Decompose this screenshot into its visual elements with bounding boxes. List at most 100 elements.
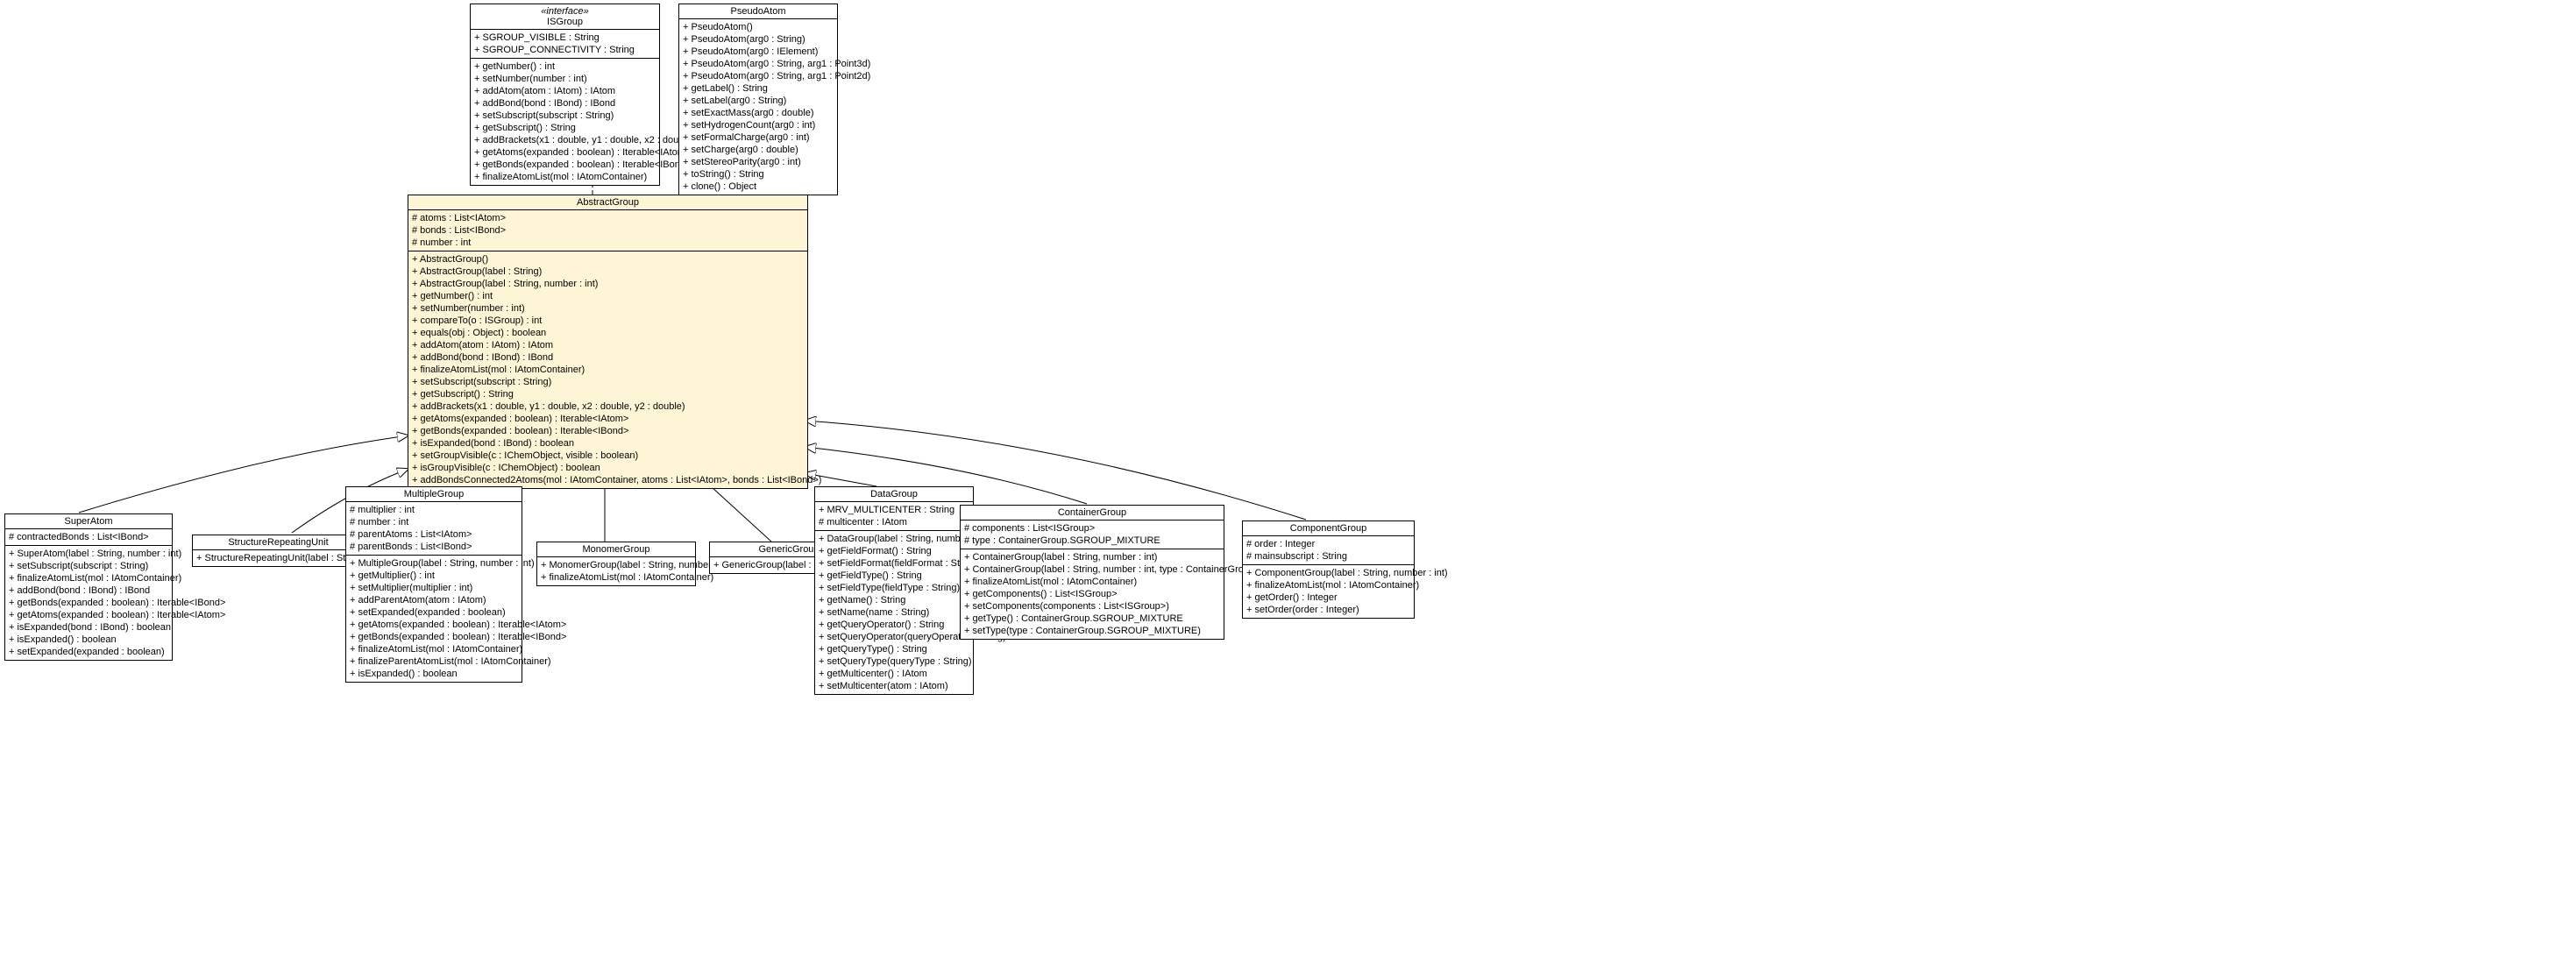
class-superatom: SuperAtom # contractedBonds : List<IBond… (4, 513, 173, 661)
member-row: + getBonds(expanded : boolean) : Iterabl… (9, 597, 168, 609)
member-row: + getNumber() : int (474, 60, 656, 73)
member-row: + addBrackets(x1 : double, y1 : double, … (474, 134, 656, 146)
ops: + MonomerGroup(label : String, number : … (537, 557, 695, 585)
member-row: + StructureRepeatingUnit(label : String,… (196, 552, 360, 564)
class-name: StructureRepeatingUnit (193, 535, 364, 550)
stereotype: «interface» (474, 6, 656, 17)
member-row: + PseudoAtom(arg0 : String) (683, 33, 834, 46)
member-row: # parentAtoms : List<IAtom> (350, 528, 518, 541)
attrs: # order : Integer# mainsubscript : Strin… (1243, 536, 1414, 565)
member-row: + getQueryOperator() : String (819, 619, 969, 631)
member-row: + PseudoAtom(arg0 : String, arg1 : Point… (683, 58, 834, 70)
member-row: + setFormalCharge(arg0 : int) (683, 131, 834, 144)
ops: + ContainerGroup(label : String, number … (961, 549, 1224, 639)
relationship-lines (0, 0, 2576, 956)
class-pseudoatom: PseudoAtom + PseudoAtom()+ PseudoAtom(ar… (678, 4, 838, 195)
member-row: + setSubscript(subscript : String) (412, 376, 804, 388)
ops: + SuperAtom(label : String, number : int… (5, 546, 172, 660)
member-row: + setSubscript(subscript : String) (474, 110, 656, 122)
ops: + ComponentGroup(label : String, number … (1243, 565, 1414, 618)
member-row: + setGroupVisible(c : IChemObject, visib… (412, 450, 804, 462)
member-row: + finalizeParentAtomList(mol : IAtomCont… (350, 655, 518, 668)
member-row: + setFieldType(fieldType : String) (819, 582, 969, 594)
member-row: + getComponents() : List<ISGroup> (964, 588, 1220, 600)
member-row: + getBonds(expanded : boolean) : Iterabl… (350, 631, 518, 643)
member-row: + setExactMass(arg0 : double) (683, 107, 834, 119)
member-row: + finalizeAtomList(mol : IAtomContainer) (9, 572, 168, 584)
member-row: # atoms : List<IAtom> (412, 212, 804, 224)
member-row: + getQueryType() : String (819, 643, 969, 655)
class-monomergroup: MonomerGroup + MonomerGroup(label : Stri… (536, 542, 696, 586)
member-row: + getBonds(expanded : boolean) : Iterabl… (474, 159, 656, 171)
member-row: # order : Integer (1246, 538, 1410, 550)
member-row: + SGROUP_CONNECTIVITY : String (474, 44, 656, 56)
member-row: + getLabel() : String (683, 82, 834, 95)
ops: + PseudoAtom()+ PseudoAtom(arg0 : String… (679, 19, 837, 195)
class-name: MultipleGroup (346, 487, 522, 502)
member-row: + finalizeAtomList(mol : IAtomContainer) (350, 643, 518, 655)
class-name: SuperAtom (5, 514, 172, 529)
member-row: + getNumber() : int (412, 290, 804, 302)
member-row: + addParentAtom(atom : IAtom) (350, 594, 518, 606)
class-name: DataGroup (815, 487, 973, 502)
class-name: AbstractGroup (408, 195, 807, 210)
member-row: + getAtoms(expanded : boolean) : Iterabl… (412, 413, 804, 425)
member-row: + clone() : Object (683, 181, 834, 193)
class-name: ContainerGroup (961, 506, 1224, 520)
member-row: + getFieldFormat() : String (819, 545, 969, 557)
member-row: + isExpanded(bond : IBond) : boolean (412, 437, 804, 450)
ops: + StructureRepeatingUnit(label : String,… (193, 550, 364, 566)
member-row: + getName() : String (819, 594, 969, 606)
member-row: + ContainerGroup(label : String, number … (964, 551, 1220, 563)
member-row: + MRV_MULTICENTER : String (819, 504, 969, 516)
member-row: + SGROUP_VISIBLE : String (474, 32, 656, 44)
member-row: + SuperAtom(label : String, number : int… (9, 548, 168, 560)
member-row: + getType() : ContainerGroup.SGROUP_MIXT… (964, 613, 1220, 625)
member-row: + setCharge(arg0 : double) (683, 144, 834, 156)
ops: + getNumber() : int+ setNumber(number : … (471, 59, 659, 185)
member-row: + addBond(bond : IBond) : IBond (474, 97, 656, 110)
member-row: + setHydrogenCount(arg0 : int) (683, 119, 834, 131)
member-row: + equals(obj : Object) : boolean (412, 327, 804, 339)
member-row: + getAtoms(expanded : boolean) : Iterabl… (350, 619, 518, 631)
member-row: + AbstractGroup(label : String) (412, 266, 804, 278)
member-row: + DataGroup(label : String, number : int… (819, 533, 969, 545)
member-row: + setMulticenter(atom : IAtom) (819, 680, 969, 692)
class-isgroup: «interface»ISGroup + SGROUP_VISIBLE : St… (470, 4, 660, 186)
member-row: + getOrder() : Integer (1246, 591, 1410, 604)
attrs: + MRV_MULTICENTER : String# multicenter … (815, 502, 973, 531)
member-row: + setMultiplier(multiplier : int) (350, 582, 518, 594)
member-row: + setNumber(number : int) (412, 302, 804, 315)
member-row: + setStereoParity(arg0 : int) (683, 156, 834, 168)
member-row: + ContainerGroup(label : String, number … (964, 563, 1220, 576)
member-row: + AbstractGroup(label : String, number :… (412, 278, 804, 290)
member-row: + AbstractGroup() (412, 253, 804, 266)
ops: + DataGroup(label : String, number : int… (815, 531, 973, 694)
member-row: + getFieldType() : String (819, 570, 969, 582)
member-row: + getMulticenter() : IAtom (819, 668, 969, 680)
member-row: + getSubscript() : String (474, 122, 656, 134)
ops: + AbstractGroup()+ AbstractGroup(label :… (408, 251, 807, 488)
member-row: + setComponents(components : List<ISGrou… (964, 600, 1220, 613)
member-row: + finalizeAtomList(mol : IAtomContainer) (474, 171, 656, 183)
member-row: + addBrackets(x1 : double, y1 : double, … (412, 400, 804, 413)
class-componentgroup: ComponentGroup # order : Integer# mainsu… (1242, 520, 1415, 619)
member-row: + PseudoAtom(arg0 : String, arg1 : Point… (683, 70, 834, 82)
member-row: + MonomerGroup(label : String, number : … (541, 559, 692, 571)
member-row: # mainsubscript : String (1246, 550, 1410, 563)
class-name: MonomerGroup (537, 542, 695, 557)
member-row: # bonds : List<IBond> (412, 224, 804, 237)
member-row: # components : List<ISGroup> (964, 522, 1220, 535)
member-row: + isExpanded(bond : IBond) : boolean (9, 621, 168, 634)
class-name: ISGroup (474, 17, 656, 27)
class-multiplegroup: MultipleGroup # multiplier : int# number… (345, 486, 522, 683)
member-row: + finalizeAtomList(mol : IAtomContainer) (541, 571, 692, 584)
member-row: + ComponentGroup(label : String, number … (1246, 567, 1410, 579)
member-row: + setQueryOperator(queryOperator : Strin… (819, 631, 969, 643)
member-row: + MultipleGroup(label : String, number :… (350, 557, 518, 570)
member-row: + setQueryType(queryType : String) (819, 655, 969, 668)
member-row: # contractedBonds : List<IBond> (9, 531, 168, 543)
member-row: # number : int (350, 516, 518, 528)
member-row: + PseudoAtom() (683, 21, 834, 33)
member-row: + setName(name : String) (819, 606, 969, 619)
